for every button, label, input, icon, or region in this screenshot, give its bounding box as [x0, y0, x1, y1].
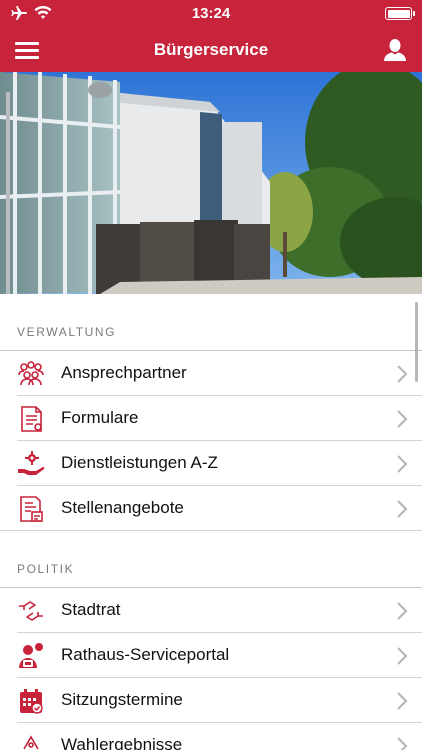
- list-item-label: Ansprechpartner: [61, 363, 187, 382]
- list-item-stellenangebote[interactable]: Stellenangebote: [0, 486, 422, 531]
- chevron-right-icon: [397, 602, 408, 620]
- chevron-right-icon: [397, 455, 408, 473]
- navigation-bar: Bürgerservice: [0, 28, 422, 72]
- list-item-rathaus-serviceportal[interactable]: Rathaus-Serviceportal: [0, 633, 422, 678]
- section-header-verwaltung: VERWALTUNG: [17, 325, 117, 339]
- service-hand-gear-icon: [18, 451, 45, 475]
- list-item-label: Rathaus-Serviceportal: [61, 645, 230, 664]
- list-item-wahlergebnisse[interactable]: Wahlergebnisse: [0, 723, 422, 750]
- list-item-ansprechpartner[interactable]: Ansprechpartner: [0, 351, 422, 396]
- scrollbar[interactable]: [415, 302, 418, 382]
- chevron-right-icon: [397, 410, 408, 428]
- list-item-stadtrat[interactable]: Stadtrat: [0, 588, 422, 633]
- service-list: VERWALTUNG Ansprechpartner Formulare Die…: [0, 294, 422, 750]
- battery-icon: [385, 7, 415, 20]
- people-group-icon: [18, 361, 44, 386]
- calendar-check-icon: [20, 689, 43, 714]
- chevron-right-icon: [397, 500, 408, 518]
- chevron-right-icon: [397, 737, 408, 750]
- hamburger-menu-icon[interactable]: [12, 37, 42, 63]
- list-item-label: Wahlergebnisse: [61, 735, 183, 750]
- list-item-label: Formulare: [61, 408, 139, 427]
- job-document-icon: [20, 496, 43, 522]
- list-item-label: Stadtrat: [61, 600, 121, 619]
- list-item-label: Stellenangebote: [61, 498, 184, 517]
- hero-image: [0, 72, 422, 294]
- user-icon[interactable]: [382, 37, 408, 63]
- list-item-formulare[interactable]: Formulare: [0, 396, 422, 441]
- status-time: 13:24: [191, 5, 231, 22]
- section-list-verwaltung: Ansprechpartner Formulare Dienstleistung…: [0, 350, 422, 531]
- election-results-icon: [23, 735, 39, 750]
- section-list-politik: Stadtrat Rathaus-Serviceportal Sitzungst…: [0, 587, 422, 750]
- page-title: Bürgerservice: [153, 40, 269, 59]
- list-item-sitzungstermine[interactable]: Sitzungstermine: [0, 678, 422, 723]
- list-item-label: Sitzungstermine: [61, 690, 183, 709]
- chevron-right-icon: [397, 647, 408, 665]
- handshake-icon: [19, 601, 43, 621]
- status-bar: 13:24: [0, 0, 422, 28]
- list-item-dienstleistungen[interactable]: Dienstleistungen A-Z: [0, 441, 422, 486]
- section-header-politik: POLITIK: [17, 562, 75, 576]
- list-item-label: Dienstleistungen A-Z: [61, 453, 218, 472]
- service-portal-icon: [19, 643, 43, 668]
- forms-document-icon: [21, 406, 42, 432]
- chevron-right-icon: [397, 692, 408, 710]
- chevron-right-icon: [397, 365, 408, 383]
